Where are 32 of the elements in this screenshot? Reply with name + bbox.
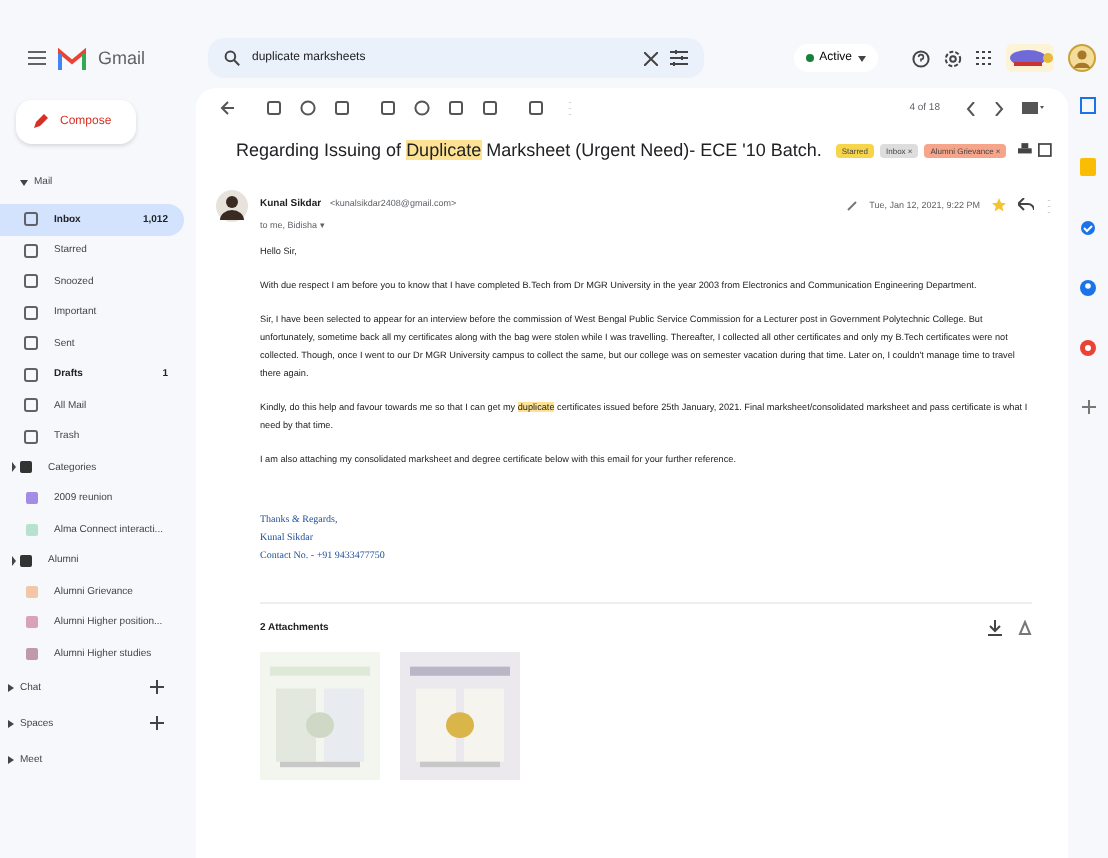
settings-icon[interactable]	[944, 49, 962, 67]
chevron-right-icon[interactable]	[8, 719, 14, 727]
filter-icon[interactable]	[670, 50, 688, 66]
back-icon[interactable]	[220, 100, 236, 116]
close-icon[interactable]	[644, 51, 658, 65]
print-icon[interactable]	[1018, 142, 1033, 158]
help-icon[interactable]	[912, 49, 930, 67]
menu-icon[interactable]	[28, 50, 46, 66]
gmail-logo-icon[interactable]	[58, 47, 86, 69]
plus-icon[interactable]	[150, 680, 164, 694]
chevron-right-icon[interactable]	[8, 755, 14, 763]
pencil-icon	[32, 114, 48, 130]
avatar-icon	[216, 189, 248, 221]
contacts-icon[interactable]	[1080, 280, 1096, 296]
chevron-left-icon[interactable]	[966, 101, 976, 115]
plus-icon[interactable]	[150, 716, 164, 730]
search-icon[interactable]	[224, 50, 240, 66]
caret-icon[interactable]	[20, 179, 28, 185]
chevron-right-icon[interactable]	[994, 101, 1004, 115]
calendar-icon[interactable]	[1080, 96, 1096, 114]
drive-icon[interactable]	[1018, 620, 1032, 636]
email-subject: Regarding Issuing of Duplicate Marksheet (Urgent Need)- ECE '10 Batch.	[236, 140, 822, 160]
chevron-right-icon[interactable]	[8, 683, 14, 691]
app-name: Gmail	[98, 48, 146, 68]
avatar-icon[interactable]	[1068, 44, 1096, 72]
inbox-icon	[24, 212, 38, 227]
reply-icon[interactable]	[1018, 198, 1034, 212]
plus-icon[interactable]	[1081, 400, 1095, 414]
caret-icon	[858, 55, 866, 61]
download-icon[interactable]	[988, 620, 1002, 636]
open-window-icon[interactable]	[1038, 142, 1052, 158]
apps-icon[interactable]	[976, 50, 992, 66]
